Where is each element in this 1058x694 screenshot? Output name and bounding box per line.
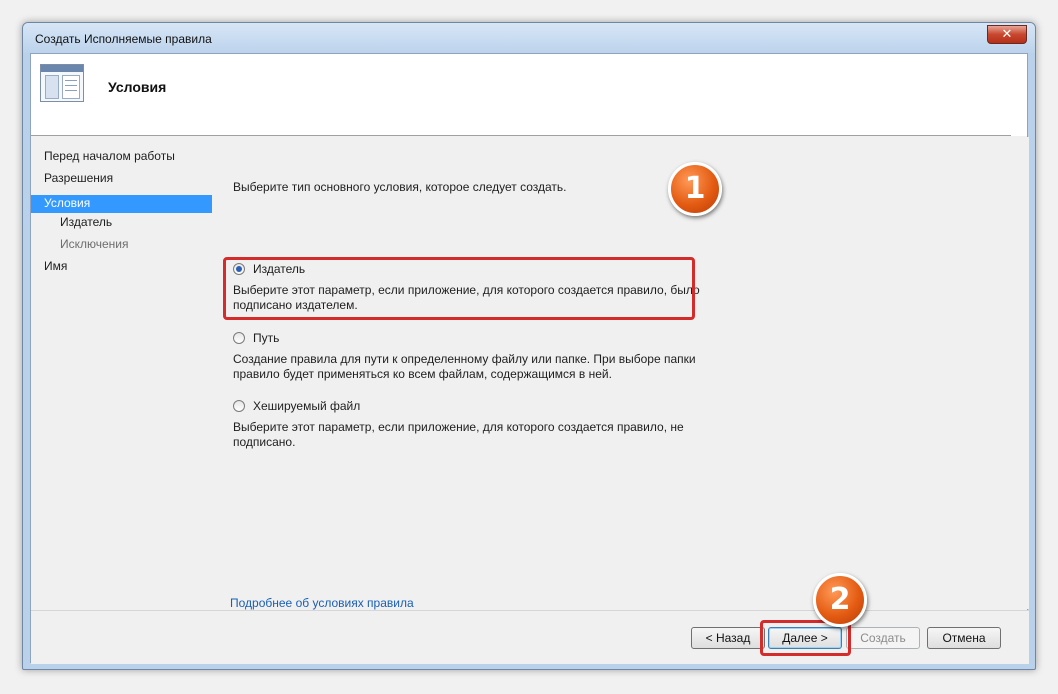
wizard-window: Создать Исполняемые правила ✕ Условия Пе… bbox=[22, 22, 1036, 670]
wizard-header: Условия bbox=[31, 54, 1027, 136]
nav-step-exceptions: Исключения bbox=[60, 237, 129, 251]
title-bar[interactable]: Создать Исполняемые правила ✕ bbox=[23, 23, 1035, 53]
close-icon: ✕ bbox=[1001, 26, 1013, 41]
create-button: Создать bbox=[846, 627, 920, 649]
option-path-label[interactable]: Путь bbox=[253, 331, 279, 345]
option-file-hash-description: Выберите этот параметр, если приложение,… bbox=[233, 420, 684, 449]
intro-text: Выберите тип основного условия, которое … bbox=[233, 180, 567, 194]
nav-step-before-start[interactable]: Перед началом работы bbox=[44, 149, 175, 163]
radio-path[interactable] bbox=[233, 332, 245, 344]
option-file-hash[interactable]: Хешируемый файл Выберите этот параметр, … bbox=[233, 399, 703, 454]
header-edge bbox=[1011, 54, 1027, 136]
nav-step-permissions[interactable]: Разрешения bbox=[44, 171, 113, 185]
close-button[interactable]: ✕ bbox=[987, 25, 1027, 44]
option-path[interactable]: Путь Создание правила для пути к определ… bbox=[233, 331, 703, 386]
page-title: Условия bbox=[108, 79, 167, 95]
nav-step-publisher[interactable]: Издатель bbox=[60, 215, 112, 229]
wizard-steps-nav: Перед началом работы Разрешения Условия … bbox=[31, 137, 219, 664]
option-path-description: Создание правила для пути к определенном… bbox=[233, 352, 696, 381]
nav-step-conditions[interactable]: Условия bbox=[31, 195, 212, 213]
cancel-button[interactable]: Отмена bbox=[927, 627, 1001, 649]
wizard-client: Условия Перед началом работы Разрешения … bbox=[30, 53, 1029, 664]
option-file-hash-label[interactable]: Хешируемый файл bbox=[253, 399, 360, 413]
wizard-footer: < Назад Далее > Создать Отмена bbox=[31, 610, 1029, 664]
annotation-badge-2: 2 bbox=[813, 573, 867, 627]
wizard-content: Выберите тип основного условия, которое … bbox=[220, 137, 1029, 610]
nav-step-name[interactable]: Имя bbox=[44, 259, 67, 273]
nav-step-conditions-label: Условия bbox=[44, 196, 91, 210]
annotation-highlight-1 bbox=[223, 257, 695, 320]
window-title: Создать Исполняемые правила bbox=[35, 32, 212, 46]
back-button[interactable]: < Назад bbox=[691, 627, 765, 649]
more-about-conditions-link[interactable]: Подробнее об условиях правила bbox=[230, 596, 414, 610]
annotation-badge-1: 1 bbox=[668, 162, 722, 216]
radio-file-hash[interactable] bbox=[233, 400, 245, 412]
rules-window-icon bbox=[40, 64, 84, 102]
